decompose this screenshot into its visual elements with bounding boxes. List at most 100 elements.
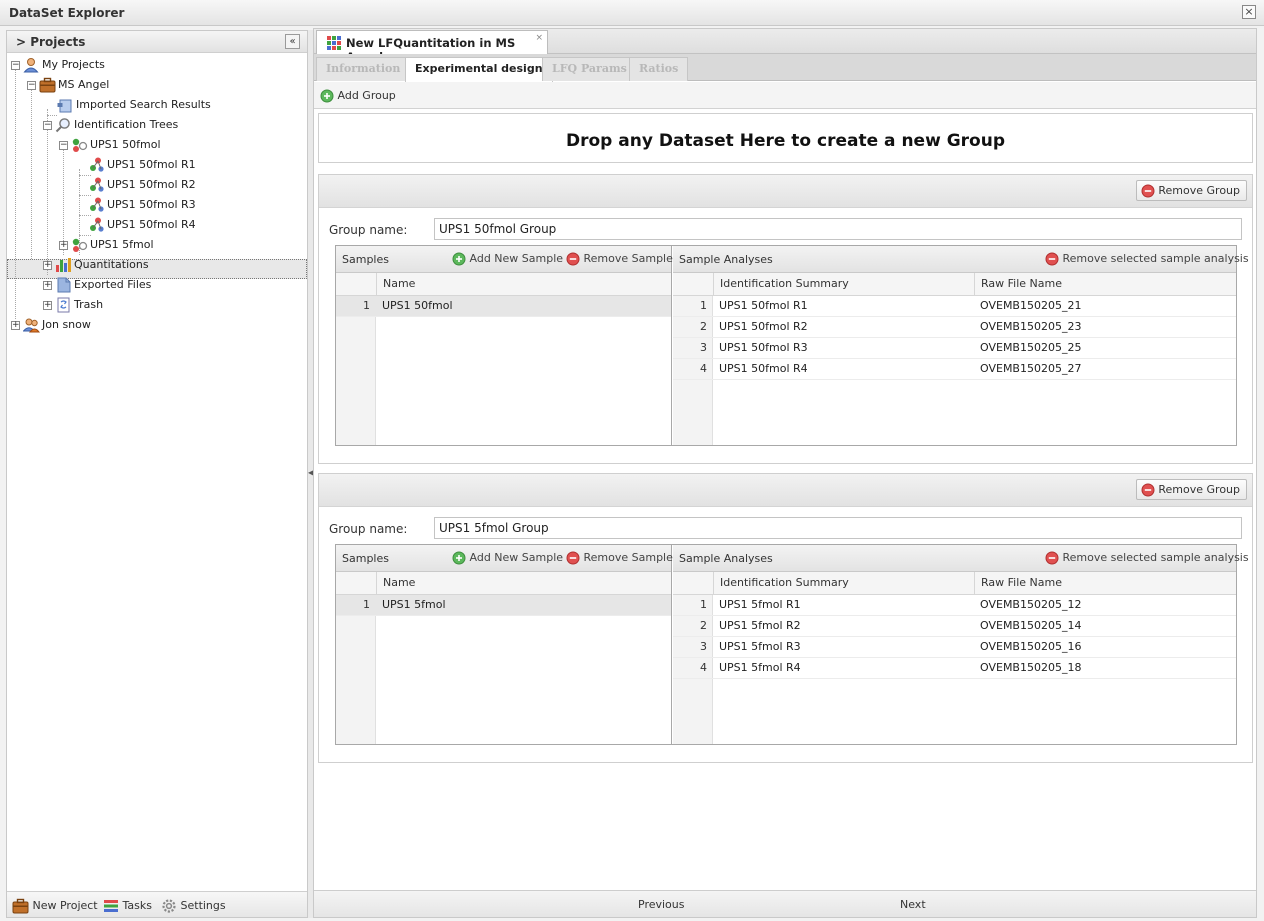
window-title: DataSet Explorer — [9, 6, 125, 20]
table-row[interactable]: 2 UPS1 50fmol R2 OVEMB150205_23 — [673, 317, 1236, 338]
tree-node-ups1-50fmol-r4[interactable]: UPS1 50fmol R4 — [89, 215, 196, 235]
expand-toggle[interactable]: + — [43, 280, 52, 290]
tree-node-ups1-5fmol[interactable]: + UPS1 5fmol — [59, 235, 154, 255]
table-row[interactable]: 3 UPS1 50fmol R3 OVEMB150205_25 — [673, 338, 1236, 359]
dataset-drop-zone[interactable]: Drop any Dataset Here to create a new Gr… — [318, 113, 1253, 163]
close-tab-icon[interactable]: × — [535, 33, 543, 43]
group-tables: Samples Add New Sample Remove Sample Nam… — [335, 245, 1249, 446]
group-header: Remove Group — [319, 474, 1252, 507]
collapse-toggle[interactable]: − — [59, 140, 68, 150]
minus-circle-icon — [566, 252, 580, 266]
add-group-button[interactable]: Add Group — [320, 89, 396, 103]
samples-table: Samples Add New Sample Remove Sample Nam… — [336, 246, 673, 445]
tree-node-ups1-50fmol-r2[interactable]: UPS1 50fmol R2 — [89, 175, 196, 195]
tasks-button[interactable]: Tasks — [103, 898, 152, 914]
column-identification-summary[interactable]: Identification Summary — [713, 572, 974, 594]
previous-button[interactable]: Previous — [638, 898, 685, 911]
plus-circle-icon — [452, 551, 466, 565]
sample-analyses-table: Sample Analyses Remove selected sample a… — [673, 545, 1249, 744]
table-row[interactable]: 4 UPS1 50fmol R4 OVEMB150205_27 — [673, 359, 1236, 380]
samples-title: Samples — [342, 552, 389, 565]
group-name-input[interactable]: UPS1 50fmol Group — [434, 218, 1242, 240]
minus-circle-icon — [1141, 184, 1155, 198]
document-tabbar: New LFQuantitation in MS Angel × — [314, 29, 1256, 64]
projects-header: > Projects « — [7, 31, 307, 53]
expand-toggle[interactable]: + — [43, 300, 52, 310]
wizard-tabs: Information Experimental design LFQ Para… — [314, 54, 1256, 82]
projects-title: > Projects — [16, 35, 86, 49]
remove-sample-button[interactable]: Remove Sample — [566, 252, 673, 266]
bar-chart-icon — [56, 258, 71, 272]
wizard-nav: Previous Next — [314, 890, 1256, 917]
group-name-label: Group name: — [329, 522, 408, 536]
remove-selected-analysis-button[interactable]: Remove selected sample analysis — [1045, 551, 1249, 565]
expand-toggle[interactable]: + — [59, 240, 68, 250]
samples-column-header: Name — [336, 273, 671, 296]
collapse-toggle[interactable]: − — [27, 80, 36, 90]
tab-lfq-params[interactable]: LFQ Params — [542, 57, 637, 81]
column-name[interactable]: Name — [376, 273, 672, 295]
table-row[interactable]: 1 UPS1 50fmol — [336, 296, 671, 317]
table-row[interactable]: 4 UPS1 5fmol R4 OVEMB150205_18 — [673, 658, 1236, 679]
column-name[interactable]: Name — [376, 572, 672, 594]
expand-toggle[interactable]: + — [11, 320, 20, 330]
add-new-sample-button[interactable]: Add New Sample — [452, 551, 563, 565]
document-panel: New LFQuantitation in MS Angel × Informa… — [313, 28, 1257, 918]
collapse-toggle[interactable]: − — [43, 120, 52, 130]
remove-selected-analysis-button[interactable]: Remove selected sample analysis — [1045, 252, 1249, 266]
new-project-button[interactable]: New Project — [12, 898, 98, 914]
table-row[interactable]: 1 UPS1 5fmol — [336, 595, 671, 616]
tasks-icon — [104, 900, 118, 912]
tab-new-lfquantitation[interactable]: New LFQuantitation in MS Angel × — [316, 30, 548, 64]
analyses-column-header: Identification Summary Raw File Name — [673, 273, 1236, 296]
collapse-toggle[interactable]: − — [11, 60, 20, 70]
tree-node-my-projects[interactable]: − My Projects — [11, 55, 105, 75]
molecule-icon — [89, 177, 105, 193]
tree-node-imported-search-results[interactable]: Imported Search Results — [57, 95, 211, 115]
expand-toggle[interactable]: + — [43, 260, 52, 270]
tree-node-exported-files[interactable]: + Exported Files — [43, 275, 151, 295]
row-number-column — [336, 296, 376, 445]
tree-node-ups1-50fmol-r1[interactable]: UPS1 50fmol R1 — [89, 155, 196, 175]
molecule-icon — [89, 217, 105, 233]
add-new-sample-button[interactable]: Add New Sample — [452, 252, 563, 266]
group-name-input[interactable]: UPS1 5fmol Group — [434, 517, 1242, 539]
tree-node-jon-snow[interactable]: + Jon snow — [11, 315, 91, 335]
table-row[interactable]: 1 UPS1 5fmol R1 OVEMB150205_12 — [673, 595, 1236, 616]
tab-information[interactable]: Information — [316, 57, 411, 81]
tree-node-ms-angel[interactable]: − MS Angel — [27, 75, 109, 95]
table-row[interactable]: 2 UPS1 5fmol R2 OVEMB150205_14 — [673, 616, 1236, 637]
minus-circle-icon — [1045, 252, 1059, 266]
projects-panel: > Projects « − My Projects − MS Angel Impo… — [6, 30, 308, 918]
tree-node-ups1-50fmol-r3[interactable]: UPS1 50fmol R3 — [89, 195, 196, 215]
user-icon — [24, 58, 38, 73]
column-raw-file-name[interactable]: Raw File Name — [974, 273, 1236, 295]
minus-circle-icon — [566, 551, 580, 565]
group-panel: Remove Group Group name: UPS1 5fmol Grou… — [318, 473, 1253, 763]
remove-group-button[interactable]: Remove Group — [1135, 180, 1247, 201]
tree-node-ups1-50fmol[interactable]: − UPS1 50fmol — [59, 135, 161, 155]
table-row[interactable]: 3 UPS1 5fmol R3 OVEMB150205_16 — [673, 637, 1236, 658]
identification-dataset-icon — [72, 238, 88, 253]
plus-circle-icon — [320, 89, 334, 103]
tab-experimental-design[interactable]: Experimental design — [405, 57, 553, 82]
table-row[interactable]: 1 UPS1 50fmol R1 OVEMB150205_21 — [673, 296, 1236, 317]
remove-sample-button[interactable]: Remove Sample — [566, 551, 673, 565]
tree-node-quantitations[interactable]: + Quantitations — [43, 255, 149, 275]
analyses-column-header: Identification Summary Raw File Name — [673, 572, 1236, 595]
settings-button[interactable]: Settings — [161, 898, 226, 914]
magnifier-icon — [55, 117, 71, 133]
users-icon — [23, 318, 40, 333]
identification-dataset-icon — [72, 138, 88, 153]
tab-ratios[interactable]: Ratios — [629, 57, 689, 81]
column-identification-summary[interactable]: Identification Summary — [713, 273, 974, 295]
tree-node-identification-trees[interactable]: − Identification Trees — [43, 115, 178, 135]
quantitation-grid-icon — [327, 36, 341, 50]
tree-node-trash[interactable]: + Trash — [43, 295, 103, 315]
next-button[interactable]: Next — [900, 898, 926, 911]
column-raw-file-name[interactable]: Raw File Name — [974, 572, 1236, 594]
close-window-button[interactable]: × — [1242, 5, 1256, 19]
plus-circle-icon — [452, 252, 466, 266]
collapse-panel-button[interactable]: « — [285, 34, 300, 49]
remove-group-button[interactable]: Remove Group — [1135, 479, 1247, 500]
